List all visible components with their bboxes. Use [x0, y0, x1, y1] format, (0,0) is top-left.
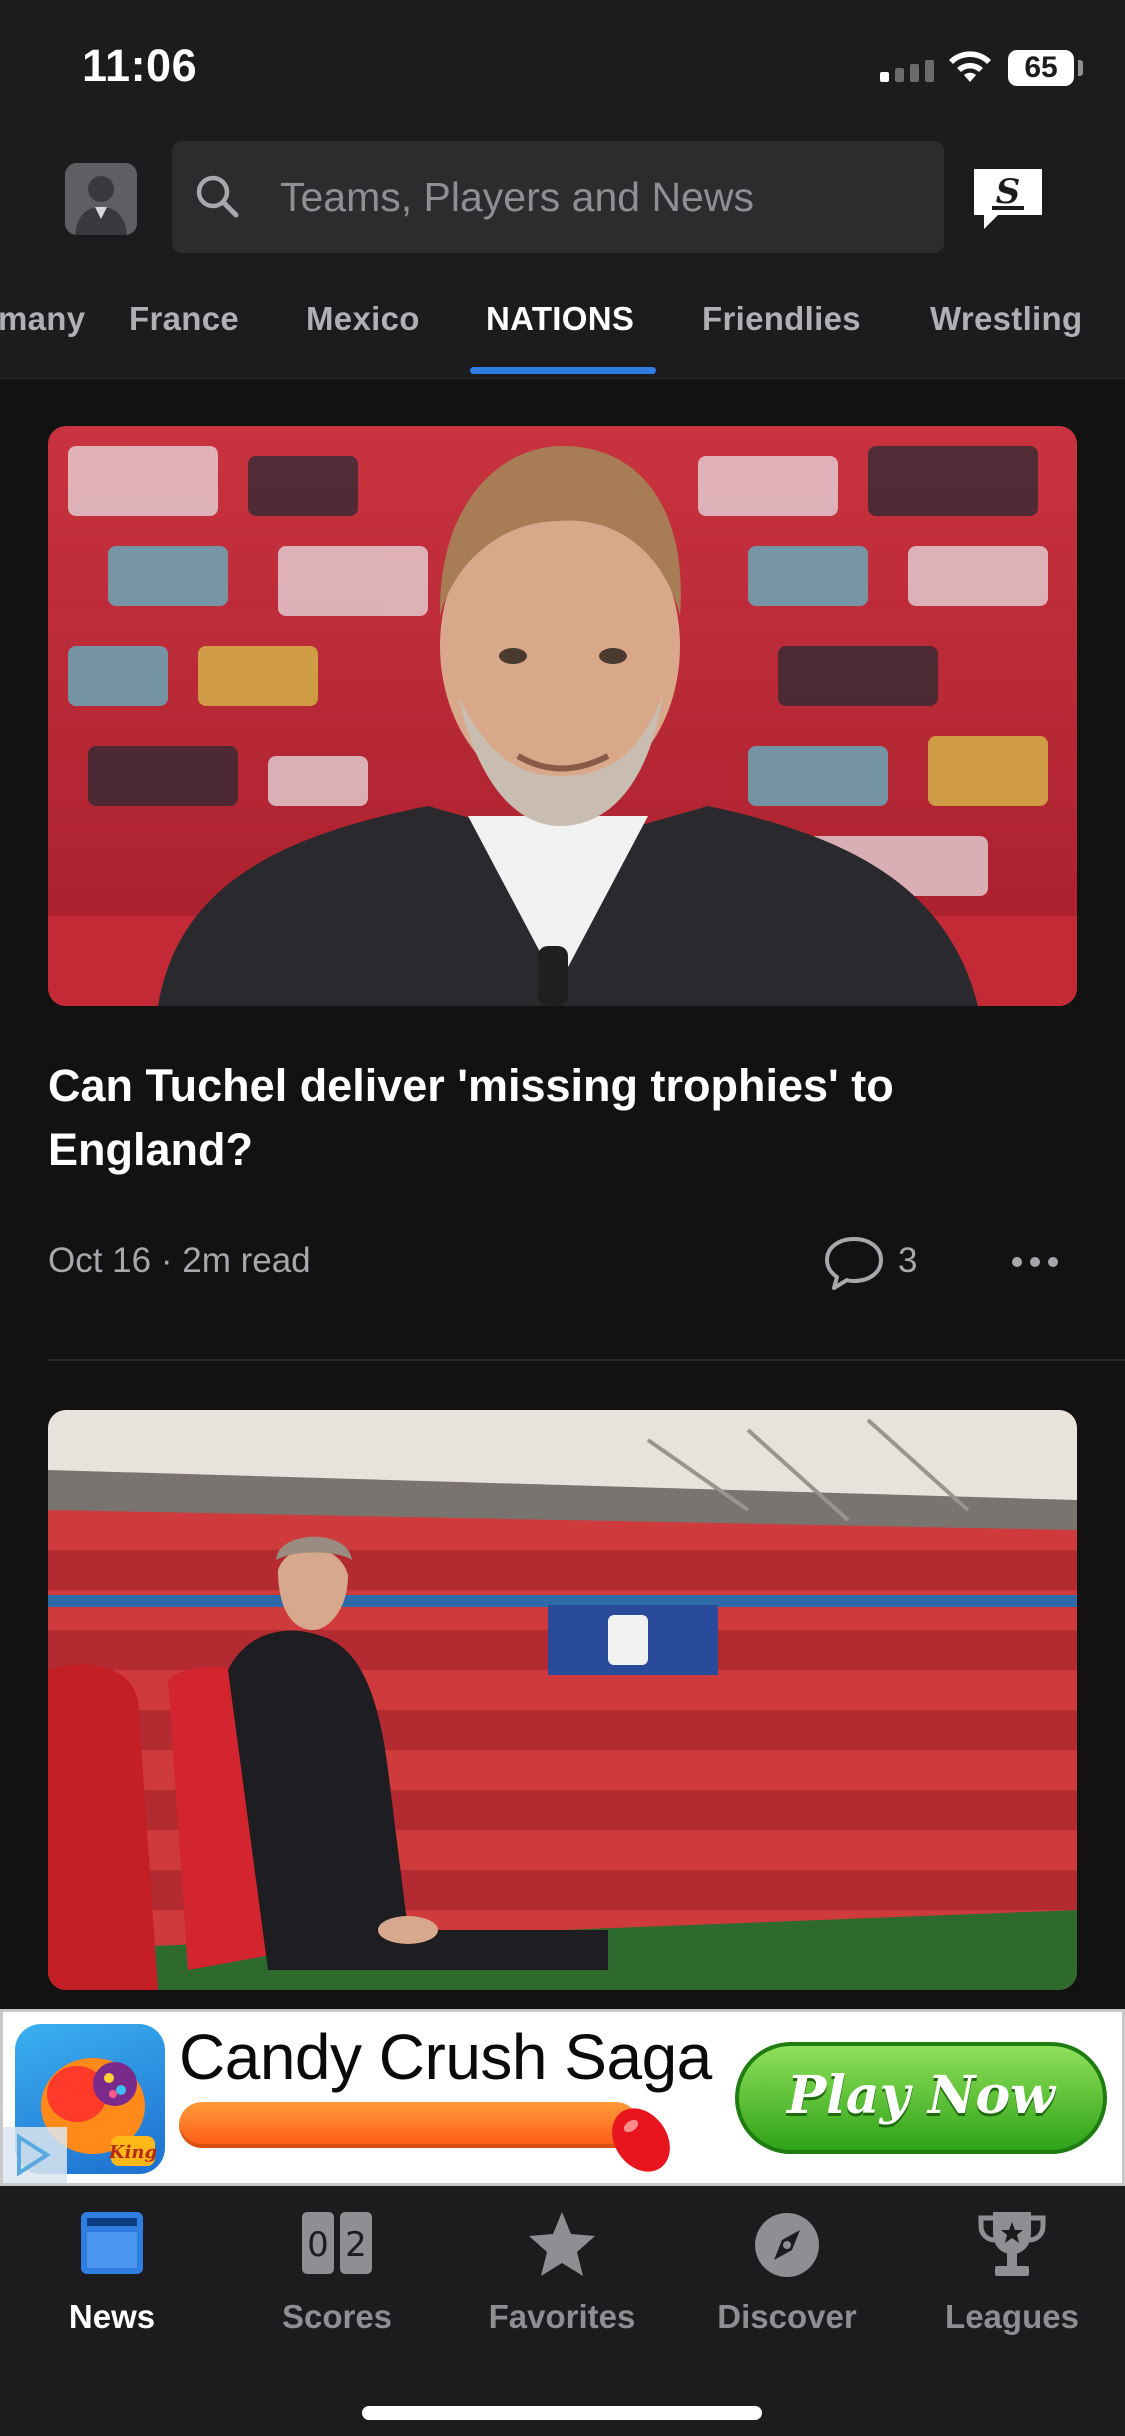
- tab-nations[interactable]: NATIONS: [486, 300, 634, 338]
- article-date: Oct 16: [48, 1241, 152, 1280]
- stadium-photo: [48, 1410, 1077, 1990]
- status-bar: 11:06 65: [0, 0, 1125, 135]
- article-read-time: 2m read: [182, 1241, 311, 1280]
- wifi-icon: [949, 51, 991, 82]
- meta-separator-dot: ·: [160, 1241, 183, 1280]
- ad-choices-icon[interactable]: [3, 2127, 67, 2183]
- svg-text:2: 2: [345, 2225, 367, 2265]
- ad-banner[interactable]: King Candy Crush Saga Play Now: [0, 2009, 1125, 2186]
- nav-favorites[interactable]: Favorites: [462, 2210, 662, 2350]
- status-time: 11:06: [82, 40, 198, 91]
- person-silhouette-icon: [65, 163, 137, 235]
- more-options-icon[interactable]: [1010, 1255, 1060, 1269]
- header: S: [0, 135, 1125, 260]
- article-title[interactable]: Can Tuchel deliver 'missing trophies' to…: [48, 1054, 1048, 1182]
- tab-friendlies[interactable]: Friendlies: [702, 300, 861, 338]
- news-feed[interactable]: Can Tuchel deliver 'missing trophies' to…: [0, 379, 1125, 2009]
- cellular-signal-icon: [880, 52, 950, 82]
- svg-text:0: 0: [307, 2225, 329, 2265]
- tab-france[interactable]: France: [129, 300, 239, 338]
- jelly-bean-icon: [612, 2108, 670, 2172]
- nav-leagues-label: Leagues: [945, 2298, 1079, 2335]
- compass-icon: [755, 2213, 819, 2277]
- active-tab-indicator: [470, 367, 656, 374]
- battery-cap: [1078, 60, 1083, 76]
- nav-discover-label: Discover: [717, 2298, 857, 2335]
- news-icon: [81, 2212, 143, 2274]
- tab-wrestling[interactable]: Wrestling: [930, 300, 1082, 338]
- play-now-button[interactable]: Play Now: [735, 2042, 1107, 2154]
- tab-mexico[interactable]: Mexico: [306, 300, 420, 338]
- theScore-chat-icon[interactable]: S: [968, 165, 1048, 237]
- nav-news-label: News: [68, 2298, 156, 2335]
- bottom-navigation: News 0 2 Scores Favorites Discover Leagu…: [0, 2186, 1125, 2436]
- article-image-tuchel-stadium[interactable]: [48, 1410, 1077, 1990]
- nav-news[interactable]: News: [12, 2210, 212, 2350]
- search-bar[interactable]: [172, 141, 944, 253]
- ad-progress-bar: [179, 2102, 639, 2148]
- app-screen: 11:06 65 Teams, Players and News S many …: [0, 0, 1125, 2436]
- scores-icon: 0 2: [302, 2212, 372, 2274]
- article-divider: [48, 1359, 1125, 1361]
- press-conference-photo: [48, 426, 1077, 1006]
- search-icon: [196, 175, 239, 218]
- trophy-icon: [978, 2212, 1046, 2276]
- profile-avatar-button[interactable]: [65, 163, 137, 235]
- article-meta: Oct 16 · 2m read: [48, 1241, 311, 1281]
- nav-leagues[interactable]: Leagues: [912, 2210, 1112, 2350]
- ad-title[interactable]: Candy Crush Saga: [179, 2020, 712, 2094]
- category-tabs: many France Mexico NATIONS Friendlies Wr…: [0, 260, 1125, 379]
- search-input[interactable]: [280, 141, 920, 253]
- comment-icon[interactable]: [822, 1235, 886, 1291]
- nav-favorites-label: Favorites: [488, 2298, 636, 2335]
- star-icon: [529, 2212, 595, 2276]
- nav-scores-label: Scores: [281, 2298, 393, 2335]
- battery-level: 65: [1008, 50, 1074, 86]
- article-image-tuchel-press[interactable]: [48, 426, 1077, 1006]
- home-indicator[interactable]: [362, 2406, 762, 2420]
- comment-count[interactable]: 3: [898, 1241, 917, 1281]
- nav-discover[interactable]: Discover: [687, 2210, 887, 2350]
- tab-germany[interactable]: many: [0, 300, 85, 338]
- nav-scores[interactable]: 0 2 Scores: [237, 2210, 437, 2350]
- ad-logo-text: King: [108, 2142, 157, 2163]
